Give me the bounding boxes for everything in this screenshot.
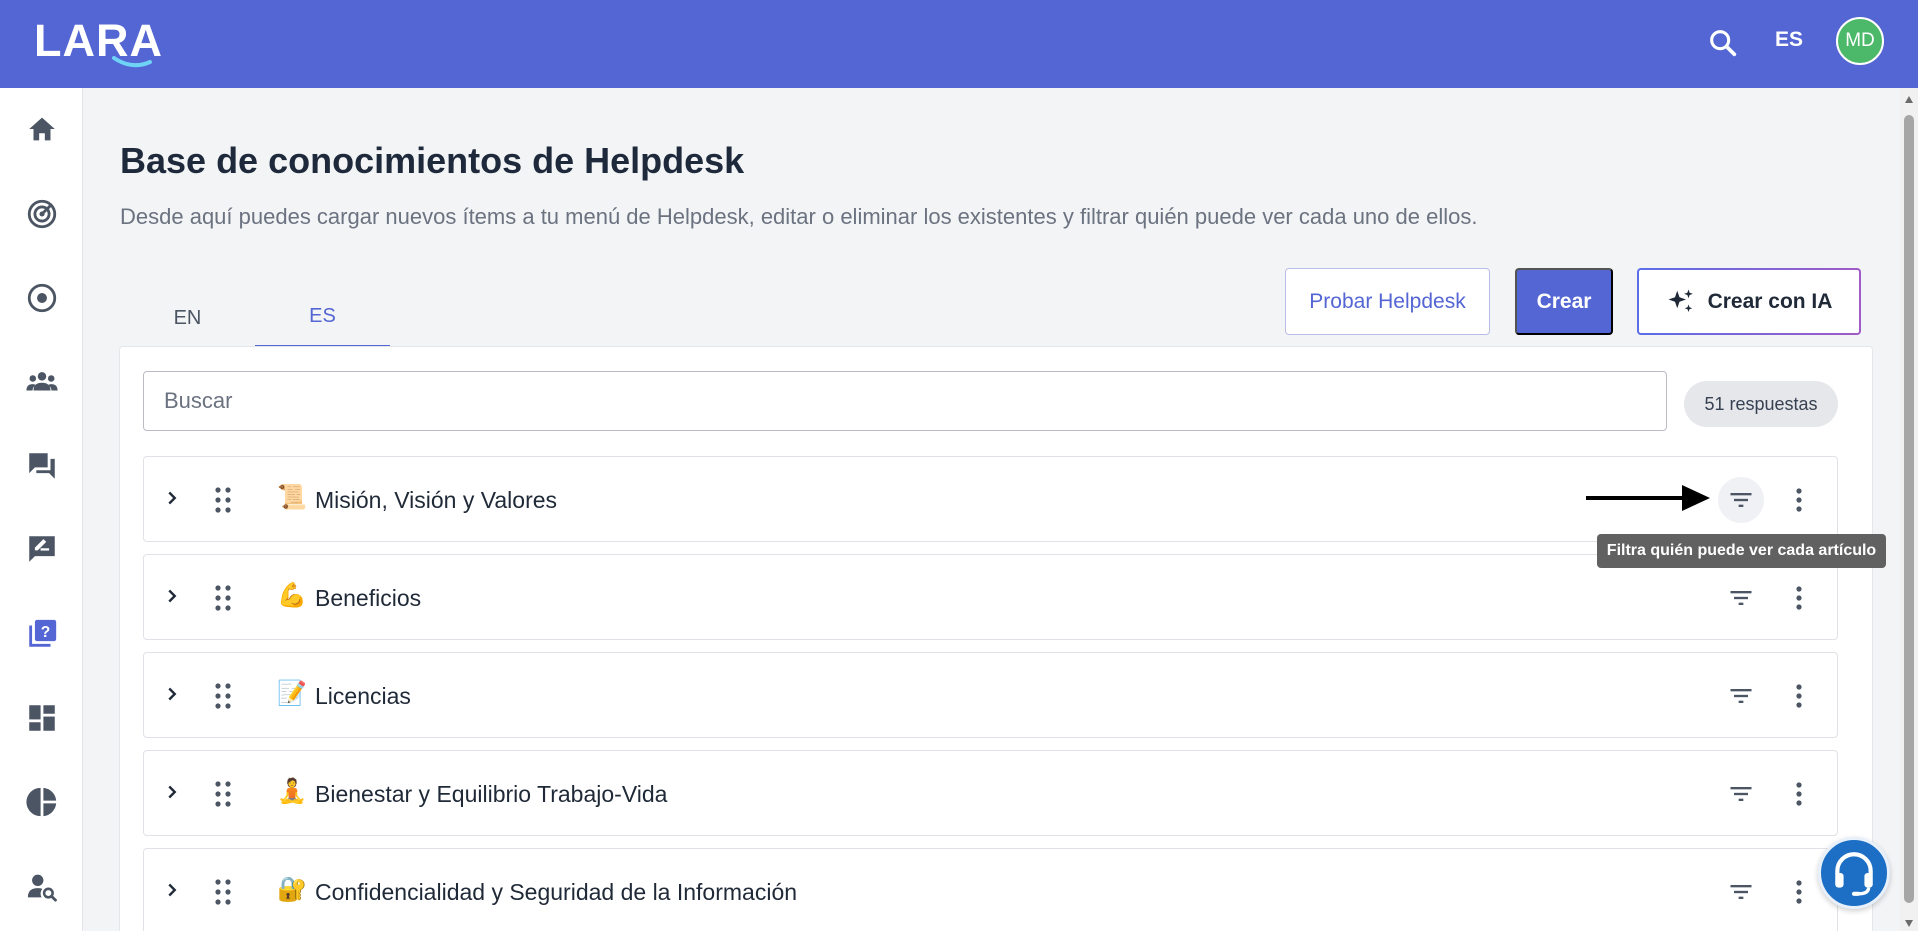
more-vertical-icon bbox=[1796, 586, 1802, 610]
create-with-ai-button[interactable]: Crear con IA bbox=[1637, 268, 1861, 335]
scroll-up-arrow-icon[interactable] bbox=[1905, 96, 1913, 103]
filter-visibility-button[interactable] bbox=[1718, 477, 1764, 523]
page-title: Base de conocimientos de Helpdesk bbox=[120, 140, 745, 181]
more-options-button[interactable] bbox=[1786, 780, 1812, 808]
more-options-button[interactable] bbox=[1786, 486, 1812, 514]
chevron-right-icon[interactable] bbox=[161, 781, 183, 803]
language-selector[interactable]: ES bbox=[1775, 28, 1803, 52]
chevron-right-icon[interactable] bbox=[161, 683, 183, 705]
create-with-ai-label: Crear con IA bbox=[1707, 289, 1833, 313]
filter-icon bbox=[1730, 689, 1752, 703]
feedback-edit-icon[interactable] bbox=[22, 529, 62, 569]
search-input[interactable] bbox=[143, 371, 1667, 431]
target-icon[interactable] bbox=[22, 278, 62, 318]
more-vertical-icon bbox=[1796, 684, 1802, 708]
filter-icon bbox=[1730, 591, 1752, 605]
pie-chart-icon[interactable] bbox=[22, 782, 62, 822]
more-options-button[interactable] bbox=[1786, 878, 1812, 906]
sparkles-icon bbox=[1668, 289, 1693, 312]
memo-emoji-icon: 📝 bbox=[277, 680, 307, 707]
flexed-biceps-emoji-icon: 💪 bbox=[277, 582, 307, 609]
help-book-icon[interactable]: ? bbox=[22, 614, 62, 654]
list-item[interactable]: 📜 Misión, Visión y Valores bbox=[143, 456, 1838, 542]
scrollbar-thumb[interactable] bbox=[1904, 115, 1914, 903]
search-icon[interactable] bbox=[1706, 26, 1740, 60]
vertical-scrollbar[interactable] bbox=[1900, 88, 1918, 931]
home-icon[interactable] bbox=[22, 109, 62, 149]
headset-icon bbox=[1835, 852, 1873, 896]
chat-icon[interactable] bbox=[22, 446, 62, 486]
item-title: Confidencialidad y Seguridad de la Infor… bbox=[315, 879, 798, 905]
radar-icon[interactable] bbox=[22, 194, 62, 234]
locked-with-key-emoji-icon: 🔐 bbox=[277, 876, 307, 903]
more-vertical-icon bbox=[1796, 880, 1802, 904]
tab-en[interactable]: EN bbox=[120, 288, 255, 348]
tab-es[interactable]: ES bbox=[255, 288, 390, 348]
svg-text:?: ? bbox=[41, 624, 51, 641]
list-item[interactable]: 💪 Beneficios bbox=[143, 554, 1838, 640]
filter-visibility-button[interactable] bbox=[1718, 673, 1764, 719]
scroll-down-arrow-icon[interactable] bbox=[1905, 920, 1913, 927]
drag-handle-icon[interactable] bbox=[212, 485, 234, 515]
avatar[interactable]: MD bbox=[1836, 17, 1884, 65]
page-description: Desde aquí puedes cargar nuevos ítems a … bbox=[120, 204, 1478, 229]
filter-icon bbox=[1730, 493, 1752, 507]
more-options-button[interactable] bbox=[1786, 584, 1812, 612]
drag-handle-icon[interactable] bbox=[212, 583, 234, 613]
list-item[interactable]: 🔐 Confidencialidad y Seguridad de la Inf… bbox=[143, 848, 1838, 931]
dashboard-icon[interactable] bbox=[22, 698, 62, 738]
try-helpdesk-button[interactable]: Probar Helpdesk bbox=[1285, 268, 1490, 335]
list-item[interactable]: 📝 Licencias bbox=[143, 652, 1838, 738]
item-title: Beneficios bbox=[315, 585, 422, 611]
logo-swoosh-icon bbox=[112, 56, 152, 68]
create-button[interactable]: Crear bbox=[1515, 268, 1613, 335]
people-icon[interactable] bbox=[22, 362, 62, 402]
chevron-right-icon[interactable] bbox=[161, 879, 183, 901]
response-count-badge: 51 respuestas bbox=[1684, 381, 1838, 427]
person-search-icon[interactable] bbox=[22, 866, 62, 906]
drag-handle-icon[interactable] bbox=[212, 779, 234, 809]
annotation-arrow-icon bbox=[1586, 485, 1710, 511]
more-options-button[interactable] bbox=[1786, 682, 1812, 710]
item-title: Bienestar y Equilibrio Trabajo-Vida bbox=[315, 781, 668, 807]
filter-visibility-button[interactable] bbox=[1718, 771, 1764, 817]
lara-logo[interactable]: LARA bbox=[34, 18, 163, 68]
drag-handle-icon[interactable] bbox=[212, 681, 234, 711]
chevron-right-icon[interactable] bbox=[161, 487, 183, 509]
scroll-emoji-icon: 📜 bbox=[277, 484, 307, 511]
filter-tooltip: Filtra quién puede ver cada artículo bbox=[1597, 534, 1886, 568]
filter-visibility-button[interactable] bbox=[1718, 575, 1764, 621]
more-vertical-icon bbox=[1796, 782, 1802, 806]
meditation-emoji-icon: 🧘 bbox=[277, 778, 307, 805]
sidebar: ? bbox=[0, 88, 83, 931]
list-item[interactable]: 🧘 Bienestar y Equilibrio Trabajo-Vida bbox=[143, 750, 1838, 836]
item-title: Misión, Visión y Valores bbox=[315, 487, 558, 513]
item-title: Licencias bbox=[315, 683, 411, 709]
filter-icon bbox=[1730, 885, 1752, 899]
more-vertical-icon bbox=[1796, 488, 1802, 512]
top-bar: LARA ES MD bbox=[0, 0, 1918, 88]
filter-icon bbox=[1730, 787, 1752, 801]
drag-handle-icon[interactable] bbox=[212, 877, 234, 907]
chevron-right-icon[interactable] bbox=[161, 585, 183, 607]
filter-visibility-button[interactable] bbox=[1718, 869, 1764, 915]
support-chat-button[interactable] bbox=[1818, 837, 1890, 909]
